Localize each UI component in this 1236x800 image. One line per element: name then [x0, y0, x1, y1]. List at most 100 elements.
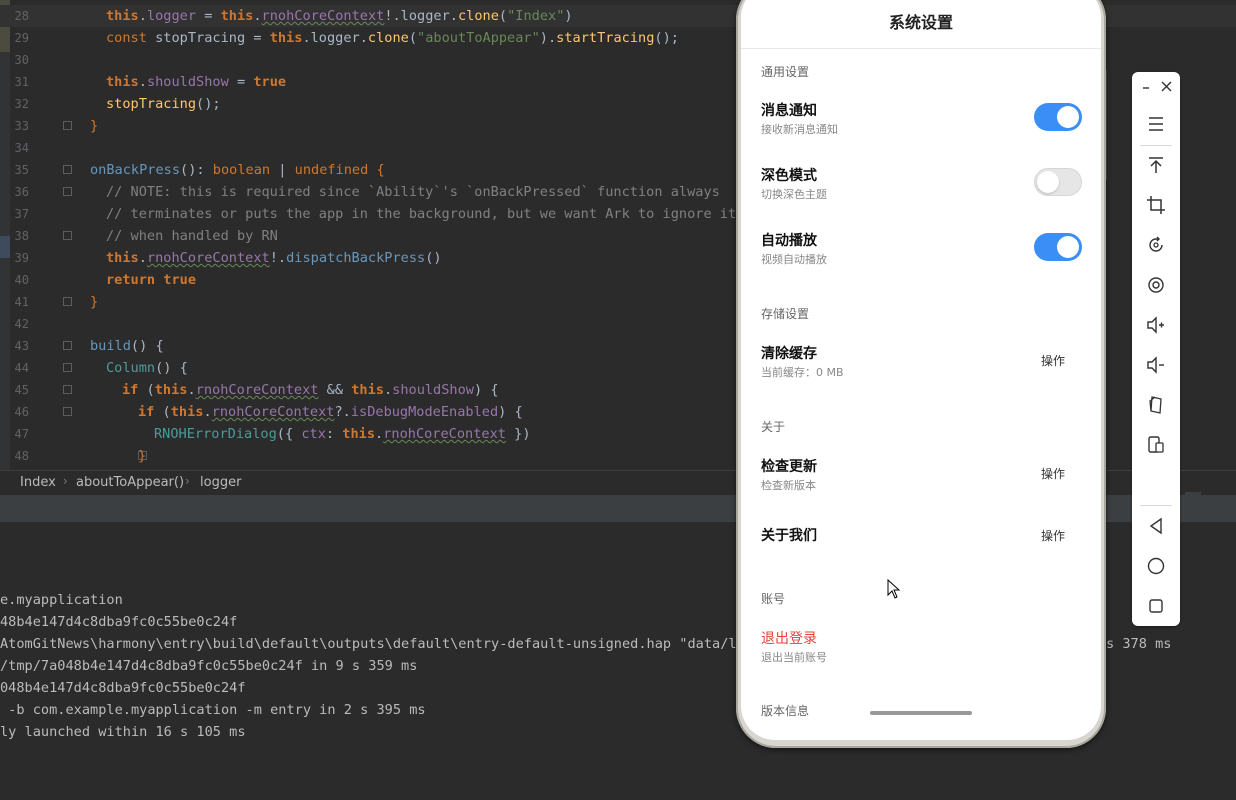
line-number: 44 — [14, 361, 29, 375]
console-line: -b com.example.myapplication -m entry in… — [0, 702, 426, 718]
line-number: 39 — [14, 251, 29, 265]
fold-icon[interactable] — [63, 385, 72, 394]
toggle-knob — [1037, 171, 1059, 193]
home-indicator[interactable] — [870, 711, 972, 715]
setting-subtitle: 切换深色主题 — [761, 188, 827, 201]
line-number: 31 — [14, 75, 29, 89]
code-text[interactable]: Column() { — [106, 357, 188, 379]
phone-screen[interactable]: 系统设置 通用设置 消息通知 接收新消息通知 深色模式 切换深色主题 自动播放 … — [741, 0, 1101, 740]
code-comment[interactable]: // NOTE: this is required since `Ability… — [106, 181, 720, 203]
code-comment[interactable]: // terminates or puts the app in the bac… — [106, 203, 753, 225]
line-number: 40 — [14, 273, 29, 287]
setting-title: 自动播放 — [761, 233, 817, 249]
line-number: 45 — [14, 383, 29, 397]
fold-icon[interactable] — [63, 407, 72, 416]
home-icon[interactable] — [1144, 554, 1168, 578]
close-icon[interactable] — [1158, 78, 1176, 96]
about-us-button[interactable]: 操作 — [1041, 527, 1065, 544]
setting-subtitle: 视频自动播放 — [761, 253, 827, 266]
fold-icon[interactable] — [63, 363, 72, 372]
code-text[interactable]: build() { — [90, 335, 164, 357]
fold-icon[interactable] — [63, 341, 72, 350]
code-text[interactable]: this.rnohCoreContext!.dispatchBackPress(… — [106, 247, 442, 269]
line-number: 37 — [14, 207, 29, 221]
code-text[interactable]: } — [90, 291, 98, 313]
emulator-toolbar — [1132, 72, 1180, 626]
volume-down-icon[interactable] — [1144, 353, 1168, 377]
minimize-icon[interactable] — [1138, 78, 1156, 96]
setting-title: 检查更新 — [761, 459, 817, 475]
check-update-button[interactable]: 操作 — [1041, 465, 1065, 482]
line-number: 32 — [14, 97, 29, 111]
line-number: 38 — [14, 229, 29, 243]
fold-icon[interactable] — [63, 165, 72, 174]
setting-title: 关于我们 — [761, 528, 817, 544]
chevron-right-icon: › — [63, 474, 68, 488]
console-line: 048b4e147d4c8dba9fc0c55be0c24f — [0, 680, 246, 696]
code-text[interactable]: } — [90, 115, 98, 137]
autoplay-toggle[interactable] — [1034, 233, 1082, 261]
setting-title: 消息通知 — [761, 103, 817, 119]
setting-subtitle: 当前缓存：0 MB — [761, 366, 844, 379]
code-text[interactable]: } — [138, 445, 146, 467]
code-text[interactable]: this.shouldShow = true — [106, 71, 286, 93]
line-number: 47 — [14, 427, 29, 441]
back-icon[interactable] — [1144, 514, 1168, 538]
section-title: 版本信息 — [761, 704, 810, 718]
recents-icon[interactable] — [1144, 594, 1168, 618]
line-number: 28 — [14, 9, 29, 23]
code-comment[interactable]: // when handled by RN — [106, 225, 278, 247]
breadcrumb-item[interactable]: Index — [20, 475, 56, 490]
line-number: 48 — [14, 449, 29, 463]
dark-mode-toggle[interactable] — [1034, 168, 1082, 196]
code-text[interactable]: if (this.rnohCoreContext && this.shouldS… — [122, 379, 499, 401]
line-number: 46 — [14, 405, 29, 419]
mouse-cursor-icon — [887, 579, 901, 599]
chevron-right-icon: › — [185, 474, 190, 488]
line-number: 42 — [14, 317, 29, 331]
code-text[interactable]: onBackPress(): boolean | undefined { — [90, 159, 385, 181]
code-text[interactable]: const stopTracing = this.logger.clone("a… — [106, 27, 679, 49]
line-number: 34 — [14, 141, 29, 155]
console-line: 48b4e147d4c8dba9fc0c55be0c24f — [0, 614, 238, 630]
console-line-tail: s 378 ms — [1106, 636, 1172, 652]
menu-icon[interactable] — [1144, 112, 1168, 136]
console-line: ly launched within 16 s 105 ms — [0, 724, 246, 740]
page-title: 系统设置 — [741, 0, 1101, 49]
screenshot-icon[interactable] — [1144, 273, 1168, 297]
setting-subtitle: 检查新版本 — [761, 479, 816, 492]
fold-icon[interactable] — [63, 187, 72, 196]
breadcrumb-item[interactable]: logger — [200, 475, 241, 490]
toggle-knob — [1057, 236, 1079, 258]
fold-icon[interactable] — [63, 297, 72, 306]
section-title: 账号 — [761, 592, 786, 606]
fold-icon[interactable] — [63, 231, 72, 240]
clear-cache-button[interactable]: 操作 — [1041, 352, 1065, 369]
line-number: 29 — [14, 31, 29, 45]
code-text[interactable]: this.logger = this.rnohCoreContext!.logg… — [106, 5, 573, 27]
window-edge — [1185, 492, 1201, 522]
code-text[interactable]: if (this.rnohCoreContext?.isDebugModeEna… — [138, 401, 523, 423]
setting-subtitle: 接收新消息通知 — [761, 123, 838, 136]
fold-icon[interactable] — [1144, 393, 1168, 417]
console-line: AtomGitNews\harmony\entry\build\default\… — [0, 636, 753, 652]
crop-icon[interactable] — [1144, 193, 1168, 217]
rotate-icon[interactable] — [1144, 233, 1168, 257]
code-text[interactable]: return true — [106, 269, 196, 291]
setting-title: 深色模式 — [761, 168, 817, 184]
section-title: 存储设置 — [761, 307, 810, 321]
multi-device-icon[interactable] — [1144, 433, 1168, 457]
volume-up-icon[interactable] — [1144, 313, 1168, 337]
pin-top-icon[interactable] — [1144, 153, 1168, 177]
fold-icon[interactable] — [63, 121, 72, 130]
line-number: 35 — [14, 163, 29, 177]
notify-toggle[interactable] — [1034, 103, 1082, 131]
setting-subtitle: 退出当前账号 — [761, 651, 827, 664]
code-text[interactable]: RNOHErrorDialog({ ctx: this.rnohCoreCont… — [154, 423, 531, 445]
breadcrumb-item[interactable]: aboutToAppear() — [76, 475, 184, 490]
code-text[interactable]: stopTracing(); — [106, 93, 221, 115]
console-line: /tmp/7a048b4e147d4c8dba9fc0c55be0c24f in… — [0, 658, 418, 674]
line-number: 43 — [14, 339, 29, 353]
console-line: e.myapplication — [0, 592, 123, 608]
logout-button[interactable]: 退出登录 — [761, 628, 817, 648]
